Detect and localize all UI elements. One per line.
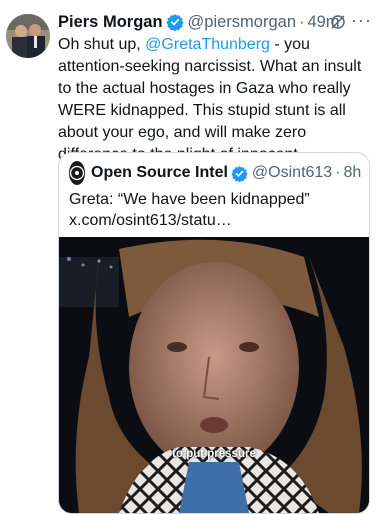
separator-dot: · <box>335 164 341 181</box>
mention-link[interactable]: @GretaThunberg <box>145 36 270 53</box>
tweet[interactable]: Piers Morgan @piersmorgan · 49m ··· Oh s… <box>0 0 376 514</box>
tweet-text-start: Oh shut up, <box>58 36 146 53</box>
video-caption: to put pressure <box>172 448 256 460</box>
tweet-header: Piers Morgan @piersmorgan · 49m <box>58 11 370 33</box>
avatar[interactable] <box>6 14 50 58</box>
author-name[interactable]: Piers Morgan <box>58 13 163 32</box>
quoted-header: Open Source Intel @Osint613 · 8h <box>69 161 361 185</box>
video-player[interactable]: to put pressure <box>59 237 369 513</box>
quoted-timestamp[interactable]: 8h <box>344 164 362 182</box>
quoted-avatar[interactable] <box>69 161 85 185</box>
quoted-text: Greta: “We have been kidnapped” x.com/os… <box>69 191 310 229</box>
quoted-handle[interactable]: @Osint613 <box>252 164 332 182</box>
verified-badge-icon <box>165 13 184 31</box>
more-options-icon[interactable]: ··· <box>351 10 372 31</box>
quoted-tweet[interactable]: Open Source Intel @Osint613 · 8h Greta: … <box>58 152 370 514</box>
quoted-author-name[interactable]: Open Source Intel <box>91 164 228 182</box>
separator-dot: · <box>299 12 305 31</box>
verified-badge-icon <box>231 165 248 182</box>
author-handle[interactable]: @piersmorgan <box>188 13 296 32</box>
grok-icon[interactable] <box>330 14 346 35</box>
